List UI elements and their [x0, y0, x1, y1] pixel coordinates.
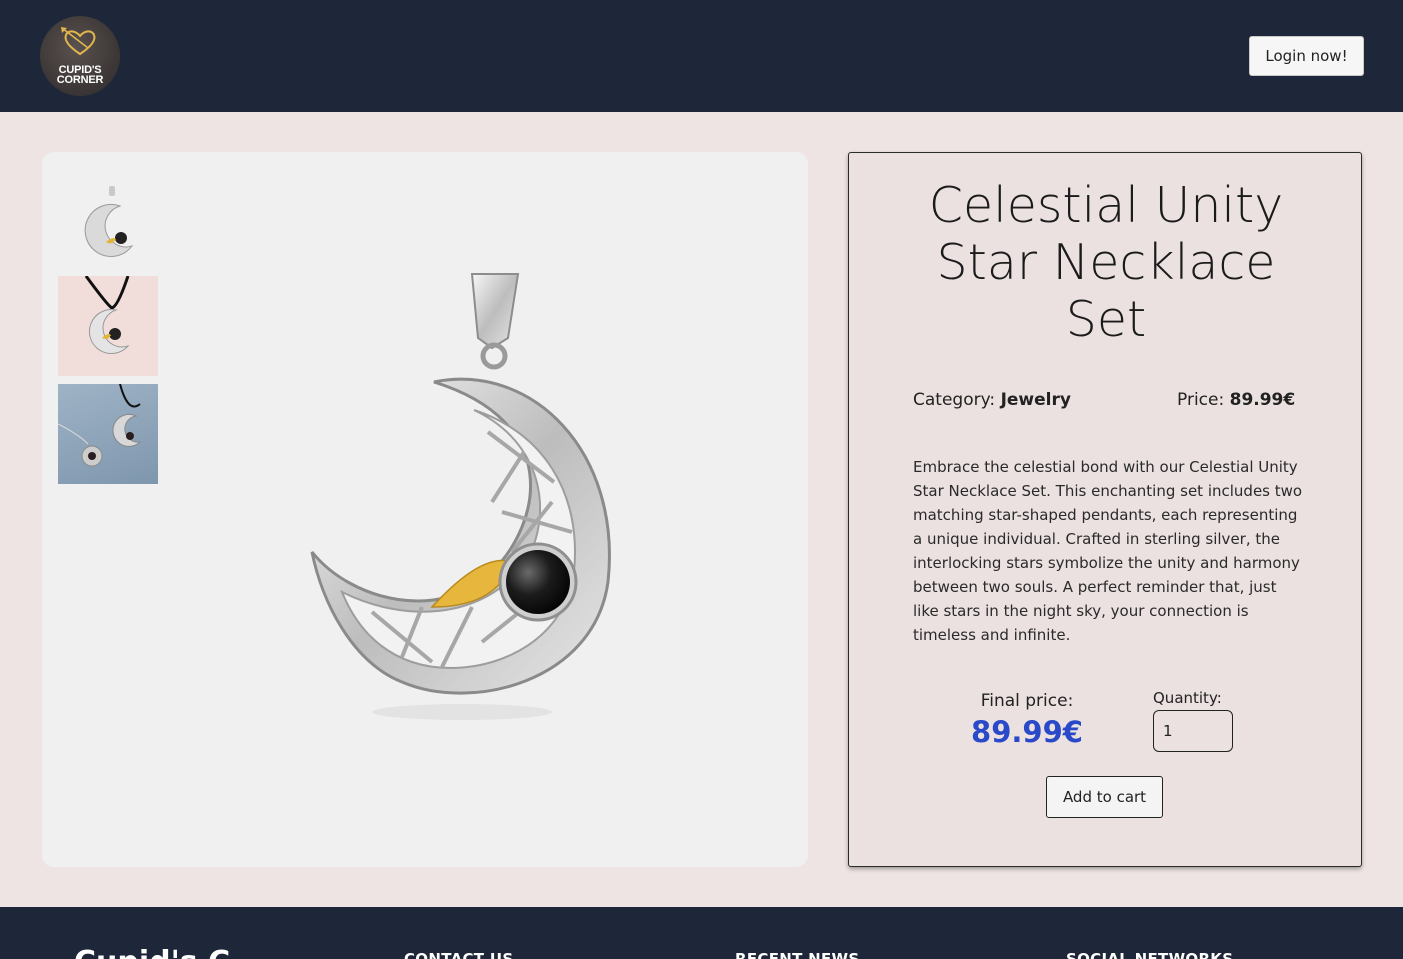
final-price-value: 89.99€	[971, 715, 1083, 749]
logo-text-line2: CORNER	[56, 74, 104, 86]
footer: Cupid's C CONTACT US RECENT NEWS SOCIAL …	[0, 907, 1403, 959]
price-value: 89.99€	[1229, 390, 1296, 410]
category-label: Category:	[913, 390, 996, 410]
quantity-label: Quantity:	[1153, 689, 1222, 707]
footer-contact-heading: CONTACT US	[404, 950, 514, 959]
heart-arrow-icon	[61, 27, 96, 56]
footer-brand: Cupid's C	[74, 945, 230, 959]
main-product-image[interactable]	[292, 262, 632, 742]
price-label: Price:	[1177, 390, 1225, 410]
footer-social-heading: SOCIAL NETWORKS	[1066, 950, 1234, 959]
thumbnail-pendant[interactable]	[58, 176, 158, 276]
pendant-pair-thumbnail-image	[58, 384, 142, 467]
product-description: Embrace the celestial bond with our Cele…	[913, 458, 1303, 644]
cupids-corner-logo[interactable]: CUPID'S CORNER	[40, 16, 120, 96]
product-category: Category: Jewelry	[913, 390, 1071, 410]
product-title: Celestial Unity Star Necklace Set	[928, 177, 1284, 348]
thumbnail-pendant-worn[interactable]	[58, 276, 158, 376]
pendant-thumbnail-image	[84, 186, 134, 257]
footer-news-heading: RECENT NEWS	[735, 950, 860, 959]
top-navbar: CUPID'S CORNER Login now!	[0, 0, 1403, 112]
product-info-panel: Celestial Unity Star Necklace Set Catego…	[848, 152, 1362, 867]
quantity-input[interactable]	[1153, 710, 1233, 752]
thumbnail-pendant-pair[interactable]	[58, 384, 158, 484]
category-value: Jewelry	[1000, 390, 1071, 410]
pendant-worn-thumbnail-image	[84, 276, 130, 355]
final-price-label: Final price:	[980, 691, 1074, 711]
login-button[interactable]: Login now!	[1249, 36, 1364, 76]
add-to-cart-button[interactable]: Add to cart	[1046, 776, 1163, 818]
product-gallery	[42, 152, 808, 867]
product-price: Price: 89.99€	[1177, 390, 1295, 410]
